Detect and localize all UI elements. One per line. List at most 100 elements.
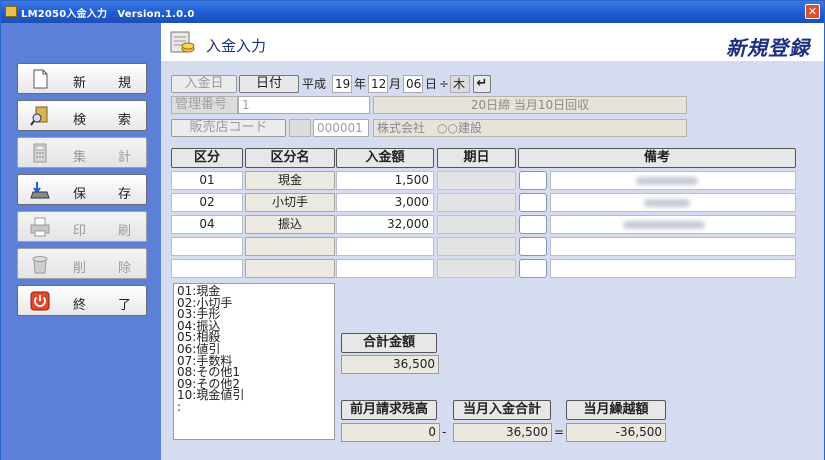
- new-label-2: 規: [118, 76, 132, 91]
- row-due-date: [437, 171, 516, 190]
- row-amount[interactable]: 1,500: [336, 171, 434, 190]
- col-header-notes: 備考: [518, 148, 796, 168]
- row-notes-button[interactable]: [519, 237, 547, 256]
- save-label-2: 存: [118, 187, 132, 202]
- row-notes-button[interactable]: [519, 259, 547, 278]
- row-notes-button[interactable]: [519, 193, 547, 212]
- row-notes[interactable]: [550, 171, 796, 190]
- carryover-label: 当月繰越額: [566, 400, 666, 420]
- new-button[interactable]: 新 規: [17, 63, 147, 94]
- exit-button[interactable]: 終 了: [17, 285, 147, 316]
- month-input[interactable]: 12: [368, 75, 388, 93]
- prev-balance-value: 0: [341, 423, 440, 442]
- search-label-2: 索: [118, 113, 132, 128]
- row-notes[interactable]: [550, 215, 796, 234]
- era-label: 平成: [302, 77, 327, 91]
- col-header-name: 区分名: [245, 148, 335, 168]
- exit-label-1: 終: [73, 298, 87, 313]
- store-code-field[interactable]: 000001: [313, 119, 369, 137]
- delete-label-2: 除: [118, 261, 132, 276]
- search-label-1: 検: [73, 113, 87, 128]
- row-notes-button[interactable]: [519, 171, 547, 190]
- store-code-label: 販売店コード: [171, 119, 286, 137]
- main-panel: 入金入力 新規登録 入金日 日付 平成 19 年 12 月 06 日 ÷ 木 ↵…: [161, 23, 824, 460]
- print-label-1: 印: [73, 224, 87, 239]
- store-lookup-button[interactable]: [289, 119, 311, 137]
- row-amount[interactable]: [336, 259, 434, 278]
- exit-label-2: 了: [118, 298, 132, 313]
- row-due-date: [437, 193, 516, 212]
- list-item: :: [177, 399, 182, 414]
- screen-title: 入金入力: [206, 37, 267, 55]
- store-name-field: 株式会社 ○○建設: [373, 119, 687, 137]
- print-button[interactable]: 印 刷: [17, 211, 147, 242]
- row-notes[interactable]: [550, 193, 796, 212]
- app-window: LM2050入金入力 Version.1.0.0 ✕ 新 規 検 索 集 計 保…: [0, 0, 825, 460]
- day-input[interactable]: 06: [403, 75, 423, 93]
- row-code[interactable]: 04: [171, 215, 243, 234]
- row-name: [245, 259, 335, 278]
- save-button[interactable]: 保 存: [17, 174, 147, 205]
- aggregate-label-1: 集: [73, 150, 87, 165]
- closing-info-field: 20日締 当月10日回収: [373, 96, 687, 114]
- row-due-date: [437, 215, 516, 234]
- row-code[interactable]: 02: [171, 193, 243, 212]
- new-label-1: 新: [73, 76, 87, 91]
- printer-icon: [30, 217, 50, 237]
- day-spinner[interactable]: ÷: [439, 75, 449, 93]
- calculator-icon: [33, 143, 47, 163]
- equals-sign: =: [554, 425, 565, 439]
- row-name: 振込: [245, 215, 335, 234]
- row-notes[interactable]: [550, 259, 796, 278]
- row-name: [245, 237, 335, 256]
- list-item: 10:現金値引: [177, 388, 245, 403]
- minus-sign: -: [442, 425, 447, 439]
- delete-label-1: 削: [73, 261, 87, 276]
- delete-button[interactable]: 削 除: [17, 248, 147, 279]
- row-name: 現金: [245, 171, 335, 190]
- row-amount[interactable]: 3,000: [336, 193, 434, 212]
- new-document-icon: [33, 69, 48, 89]
- row-amount[interactable]: 32,000: [336, 215, 434, 234]
- month-payment-label: 当月入金合計: [453, 400, 551, 420]
- row-notes[interactable]: [550, 237, 796, 256]
- row-code[interactable]: [171, 237, 243, 256]
- management-number-field: 1: [238, 96, 370, 114]
- year-suffix: 年: [354, 77, 367, 91]
- search-button[interactable]: 検 索: [17, 100, 147, 131]
- total-amount-value: 36,500: [341, 355, 439, 374]
- year-input[interactable]: 19: [332, 75, 352, 93]
- power-icon: [30, 291, 50, 311]
- mode-title: 新規登録: [726, 36, 810, 60]
- window-title: LM2050入金入力 Version.1.0.0: [21, 9, 195, 20]
- row-code[interactable]: 01: [171, 171, 243, 190]
- total-amount-label: 合計金額: [341, 333, 437, 353]
- payment-code-list[interactable]: 01:現金 02:小切手 03:手形 04:振込 05:相殺 06:値引 07:…: [173, 283, 335, 440]
- day-suffix: 日: [425, 77, 438, 91]
- trash-icon: [32, 256, 48, 274]
- carryover-value: -36,500: [566, 423, 666, 442]
- col-header-due-date: 期日: [437, 148, 516, 168]
- col-header-code: 区分: [171, 148, 243, 168]
- save-icon: [30, 182, 50, 199]
- row-name: 小切手: [245, 193, 335, 212]
- aggregate-label-2: 計: [118, 150, 132, 165]
- payment-date-label: 入金日: [171, 75, 237, 93]
- app-icon: [5, 6, 17, 17]
- management-number-label: 管理番号: [171, 96, 238, 114]
- col-header-amount: 入金額: [336, 148, 434, 168]
- prev-balance-label: 前月請求残高: [341, 400, 437, 420]
- row-due-date: [437, 237, 516, 256]
- month-suffix: 月: [389, 77, 402, 91]
- aggregate-button[interactable]: 集 計: [17, 137, 147, 168]
- row-notes-button[interactable]: [519, 215, 547, 234]
- print-label-2: 刷: [118, 224, 132, 239]
- row-code[interactable]: [171, 259, 243, 278]
- close-button[interactable]: ✕: [805, 4, 820, 19]
- enter-button[interactable]: ↵: [473, 75, 491, 93]
- row-amount[interactable]: [336, 237, 434, 256]
- date-picker-button[interactable]: 日付: [239, 75, 299, 93]
- screen-header: 入金入力 新規登録: [161, 23, 824, 61]
- weekday-field: 木: [450, 75, 470, 93]
- payment-form-icon: [170, 31, 195, 53]
